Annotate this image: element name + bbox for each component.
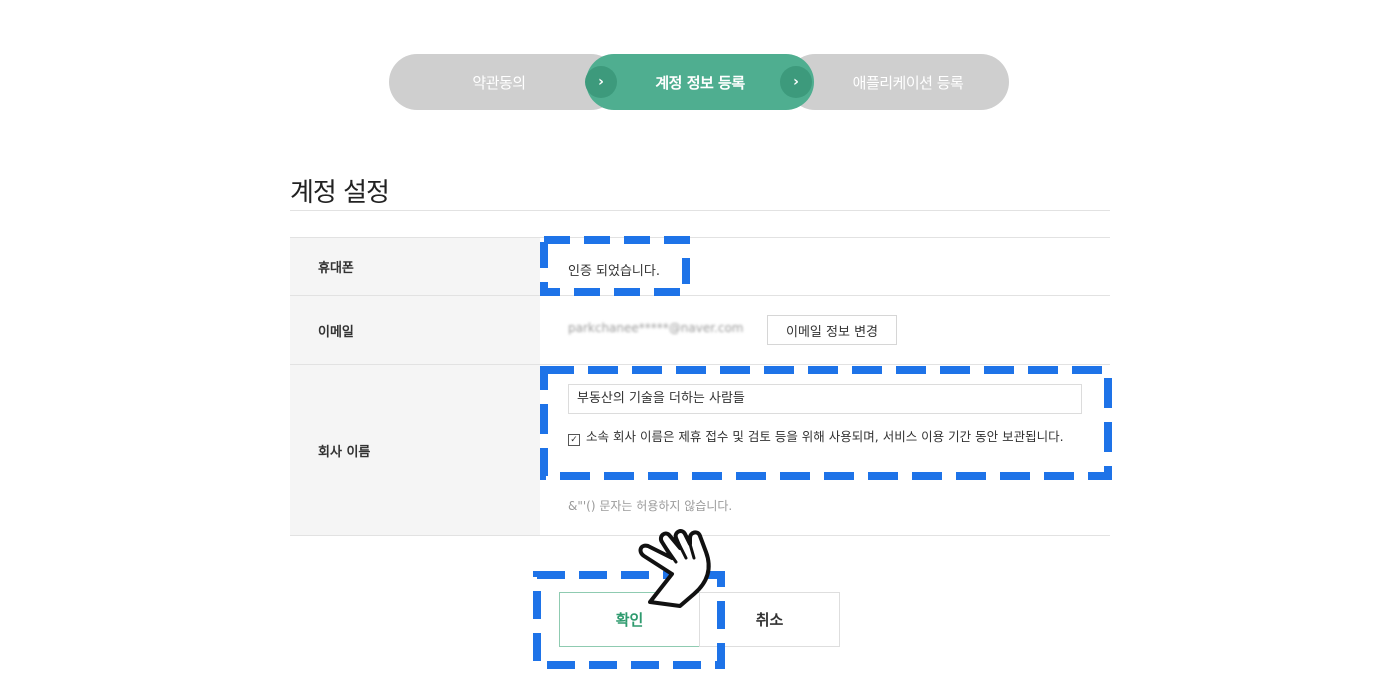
company-name-input[interactable]: 부동산의 기술을 더하는 사람들 xyxy=(568,384,1082,414)
company-consent: ✓ 소속 회사 이름은 제휴 접수 및 검토 등을 위해 사용되며, 서비스 이용… xyxy=(568,429,1078,446)
chevron-right-icon: › xyxy=(585,66,617,98)
phone-verified-status: 인증 되었습니다. xyxy=(568,264,660,279)
step-label: 약관동의 xyxy=(472,73,526,92)
step-label: 계정 정보 등록 xyxy=(655,73,745,92)
email-label: 이메일 xyxy=(290,296,540,364)
signup-stepper: 약관동의 애플리케이션 등록 계정 정보 등록 › › xyxy=(389,54,1009,110)
checkbox-check-icon: ✓ xyxy=(570,435,578,445)
title-divider xyxy=(290,210,1110,211)
consent-checkbox[interactable]: ✓ xyxy=(568,434,580,446)
company-label: 회사 이름 xyxy=(290,365,540,535)
step-label: 애플리케이션 등록 xyxy=(852,73,964,92)
cancel-button[interactable]: 취소 xyxy=(699,592,840,647)
phone-row: 휴대폰 인증 되었습니다. xyxy=(290,238,1110,296)
consent-text: 소속 회사 이름은 제휴 접수 및 검토 등을 위해 사용되며, 서비스 이용 … xyxy=(586,429,1064,444)
company-row: 회사 이름 부동산의 기술을 더하는 사람들 ✓ 소속 회사 이름은 제휴 접수 … xyxy=(290,365,1110,536)
change-email-button[interactable]: 이메일 정보 변경 xyxy=(767,315,897,345)
page-title: 계정 설정 xyxy=(290,178,390,208)
email-value: parkchanee*****@naver.com xyxy=(568,321,744,335)
step-app-registration: 애플리케이션 등록 xyxy=(787,54,1009,110)
chevron-right-icon: › xyxy=(780,66,812,98)
account-settings-table: 휴대폰 인증 되었습니다. 이메일 parkchanee*****@naver.… xyxy=(290,237,1110,536)
email-row: 이메일 parkchanee*****@naver.com 이메일 정보 변경 xyxy=(290,296,1110,365)
phone-label: 휴대폰 xyxy=(290,238,540,295)
hand-pointer-icon xyxy=(632,512,718,612)
